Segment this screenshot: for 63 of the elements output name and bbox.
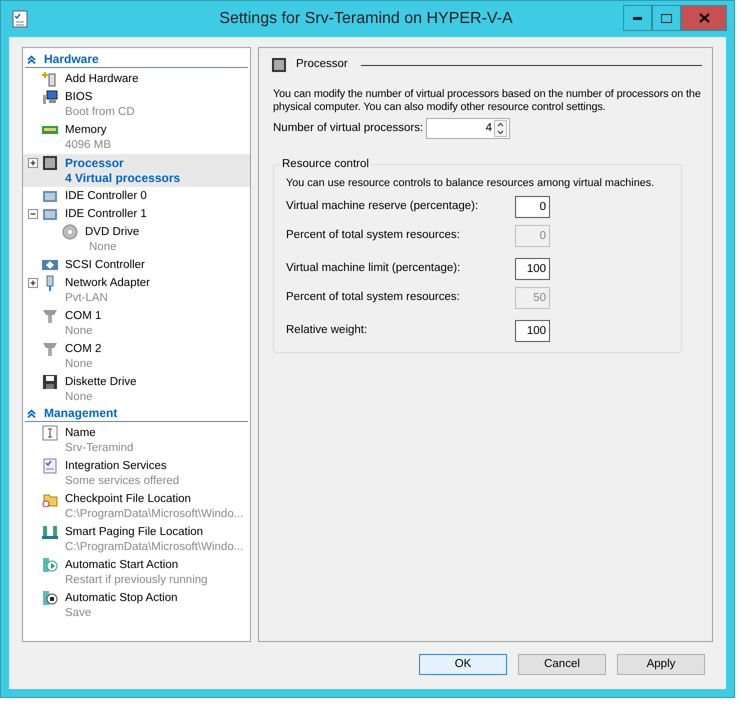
processor-count-spinner[interactable]: 4 <box>426 118 510 139</box>
stop-icon <box>42 590 58 606</box>
serial-port-icon <box>42 340 58 356</box>
minimize-icon <box>633 16 642 20</box>
description-text: You can use resource controls to balance resources among virtual machines. <box>286 176 656 191</box>
tree-item[interactable]: COM 2 None <box>23 340 250 373</box>
tree-item[interactable]: Processor 4 Virtual processors <box>23 154 250 187</box>
tree-item[interactable]: Integration Services Some services offered <box>23 457 250 490</box>
field-label: Relative weight: <box>286 323 368 338</box>
tree-item[interactable]: IDE Controller 1 <box>23 205 250 223</box>
settings-window-icon <box>11 10 29 28</box>
tree-item[interactable]: Automatic Stop Action Save <box>23 589 250 622</box>
tree-item[interactable]: Name Srv-Teramind <box>23 424 250 457</box>
window-title: Settings for Srv-Teramind on HYPER-V-A <box>218 9 514 29</box>
maximize-icon <box>661 14 672 22</box>
description-text: You can modify the number of virtual processors based on the number of processors on the physical computer. You can also modify other resource control settings. <box>273 88 702 114</box>
tree-item[interactable]: Network Adapter Pvt-LAN <box>23 274 250 307</box>
tree-item[interactable]: COM 1 None <box>23 307 250 340</box>
spin-arrows-icon <box>494 120 507 137</box>
tree-item[interactable]: SCSI Controller <box>23 256 250 274</box>
expand-icon <box>28 278 38 288</box>
section-title: Processor <box>296 57 348 72</box>
maximize-button[interactable] <box>652 5 681 31</box>
collapse-chevron-icon <box>27 409 36 418</box>
serial-port-icon <box>42 308 58 324</box>
tree-item[interactable]: IDE Controller 0 <box>23 187 250 205</box>
floppy-icon <box>42 374 58 390</box>
tree-item[interactable]: Checkpoint File Location C:\ProgramData\Microsoft\Windo... <box>23 490 250 523</box>
tree-item[interactable]: Smart Paging File Location C:\ProgramData\Microsoft\Windo... <box>23 523 250 556</box>
field-label: Virtual machine reserve (percentage): <box>286 199 480 214</box>
paging-icon <box>42 524 58 540</box>
add-hardware-icon <box>42 70 58 86</box>
processor-icon <box>271 57 287 73</box>
text-cursor-icon <box>42 424 58 440</box>
tree-item[interactable]: Add Hardware <box>23 70 250 88</box>
minimize-button[interactable] <box>623 5 652 31</box>
tree-item[interactable]: Diskette Drive None <box>23 373 250 406</box>
start-icon <box>42 556 58 572</box>
field-label: Virtual machine limit (percentage): <box>286 261 462 276</box>
field-label: Percent of total system resources: <box>286 228 461 244</box>
close-button[interactable] <box>681 5 727 31</box>
tree-item[interactable]: BIOS Boot from CD <box>23 88 250 121</box>
collapse-icon <box>28 208 38 218</box>
tree-item[interactable]: DVD Drive None <box>23 223 250 256</box>
tree-item[interactable]: Memory 4096 MB <box>23 121 250 154</box>
monitor-icon <box>42 88 58 104</box>
number-field[interactable]: 0 <box>515 196 550 218</box>
dialog-button[interactable]: Cancel <box>518 654 606 675</box>
section-header[interactable]: Hardware <box>25 52 248 68</box>
expand-icon <box>28 158 38 168</box>
processor-icon <box>42 154 58 170</box>
field-label: Percent of total system resources: <box>286 290 461 306</box>
checklist-icon <box>42 458 58 474</box>
close-icon <box>698 13 710 23</box>
dialog-button[interactable]: OK <box>419 654 507 675</box>
section-header[interactable]: Management <box>25 406 248 422</box>
disc-icon <box>62 224 78 240</box>
number-field[interactable]: 100 <box>515 258 550 280</box>
field-label: Number of virtual processors: <box>273 120 424 136</box>
tree-item[interactable]: Automatic Start Action Restart if previously running <box>23 556 250 589</box>
dialog-button[interactable]: Apply <box>617 654 705 675</box>
number-field[interactable]: 100 <box>515 320 550 342</box>
collapse-chevron-icon <box>27 55 36 64</box>
